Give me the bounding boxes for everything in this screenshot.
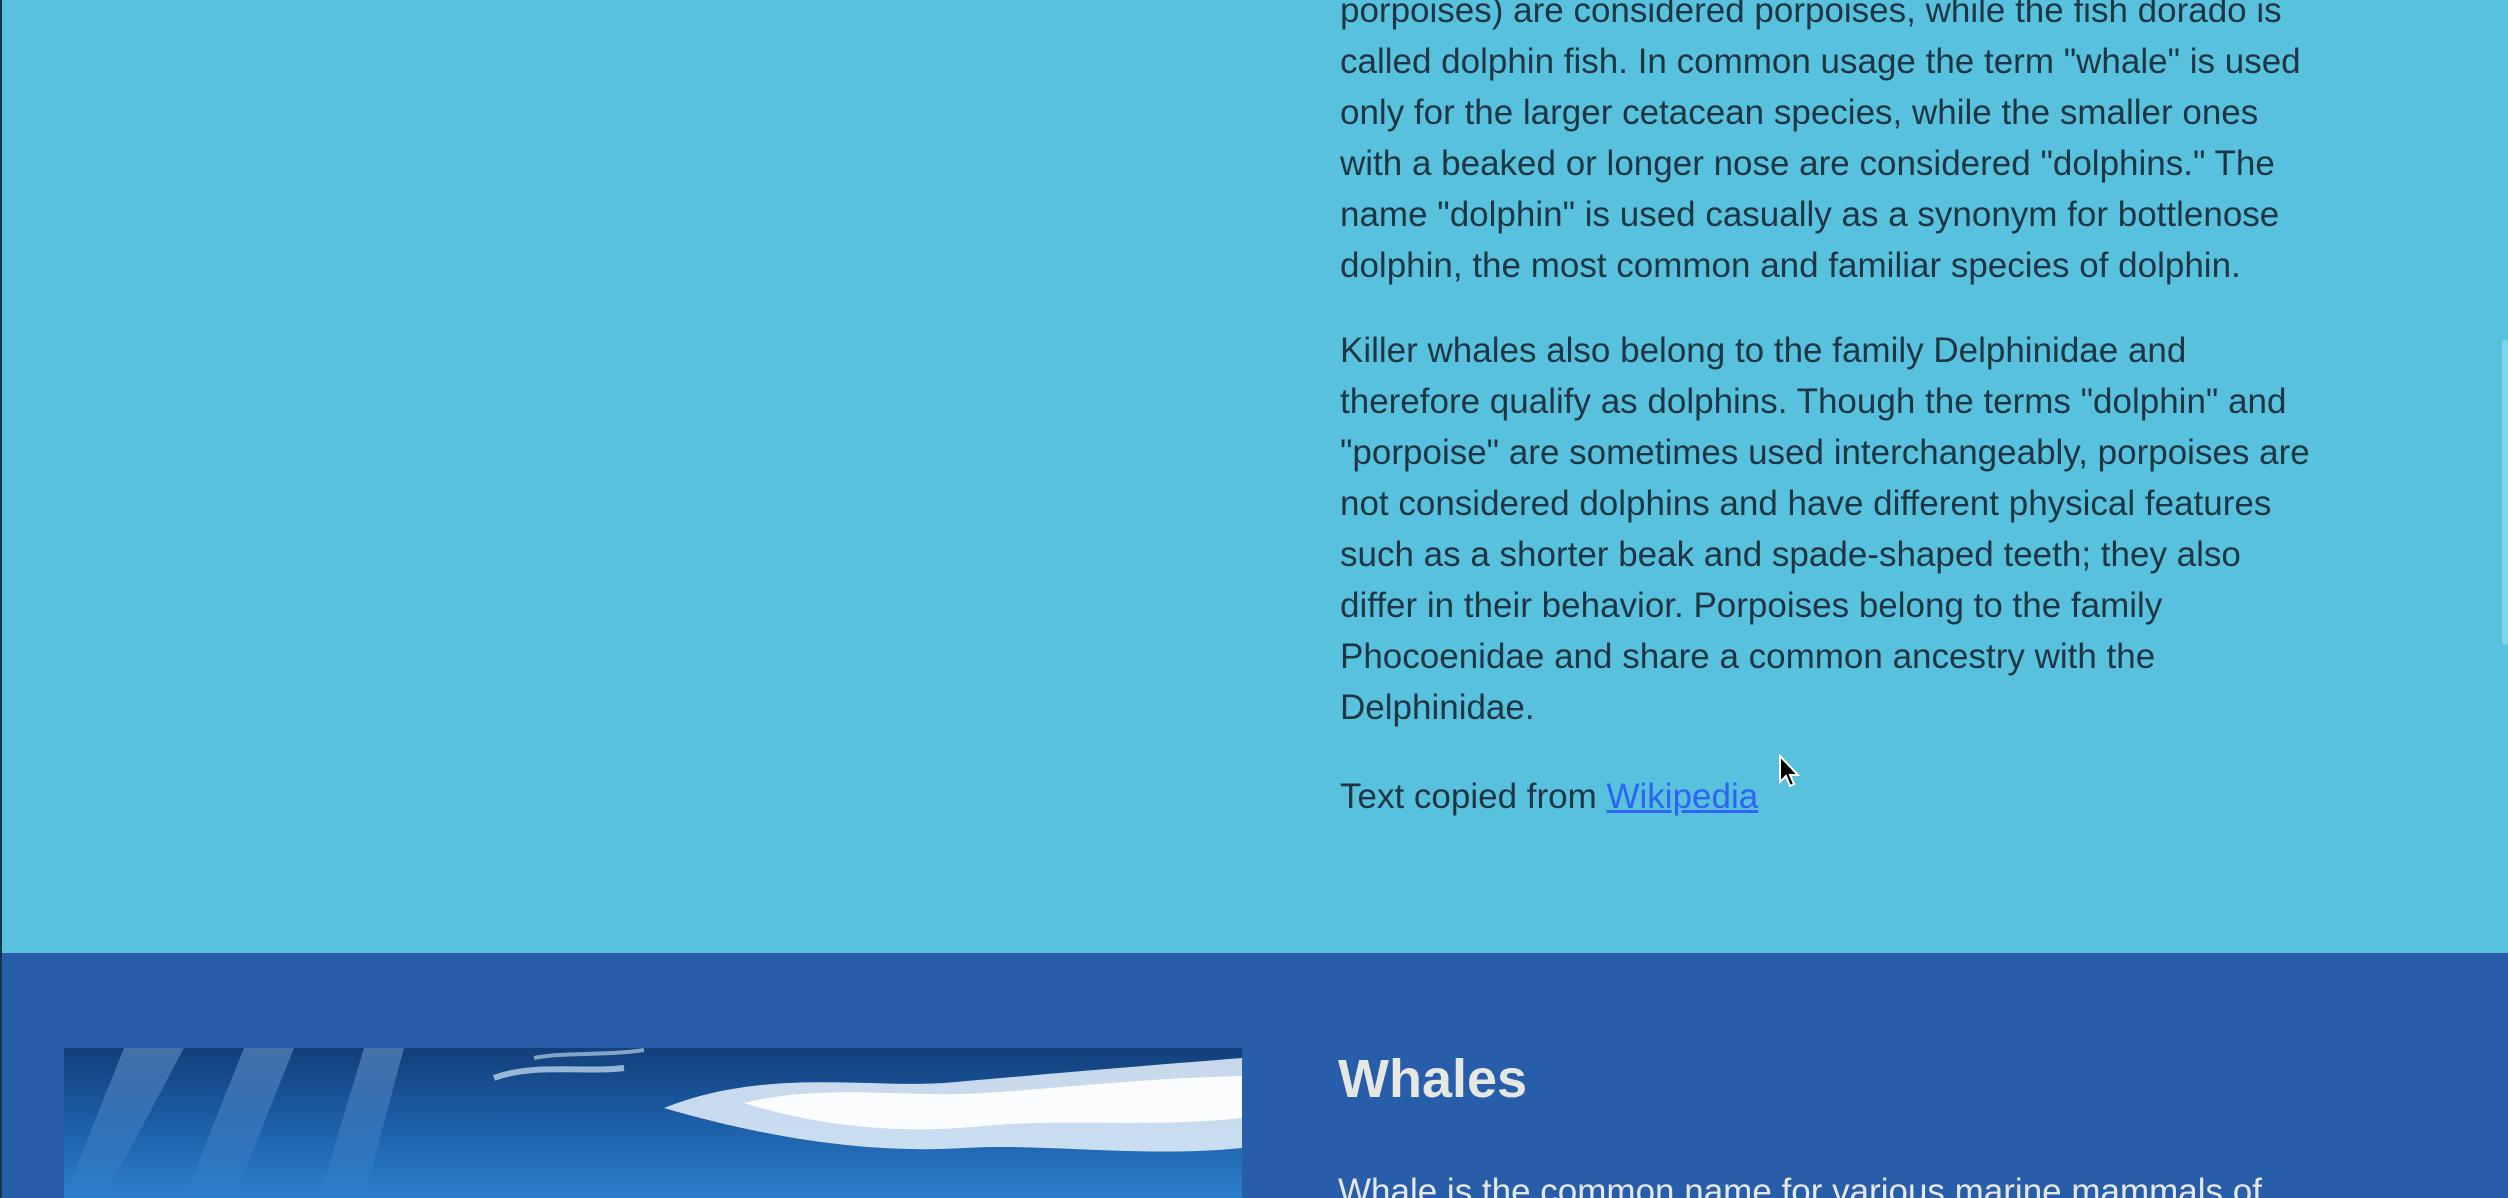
paragraph-line: with a beaked or longer nose are conside…: [1340, 144, 2275, 183]
dolphins-continued-paragraph: porpoises) are considered porpoises, whi…: [1340, 0, 2400, 291]
ocean-wave-illustration: [64, 1048, 1242, 1198]
dolphins-section: porpoises) are considered porpoises, whi…: [0, 0, 2508, 953]
whales-intro-paragraph: Whale is the common name for various mar…: [1338, 1172, 2262, 1198]
paragraph-line: not considered dolphins and have differe…: [1340, 484, 2272, 523]
paragraph-line: porpoises) are considered porpoises, whi…: [1340, 0, 2282, 30]
credit-prefix: Text copied from: [1340, 777, 1607, 816]
credit-line: Text copied from Wikipedia: [1340, 771, 2400, 822]
paragraph-line: Phocoenidae and share a common ancestry …: [1340, 637, 2156, 676]
killer-whales-paragraph: Killer whales also belong to the family …: [1340, 325, 2400, 733]
arrow-cursor-icon: [1779, 754, 1801, 788]
paragraph-line: therefore qualify as dolphins. Though th…: [1340, 382, 2287, 421]
wikipedia-link[interactable]: Wikipedia: [1607, 777, 1759, 816]
scrollbar-thumb[interactable]: [2502, 340, 2508, 645]
paragraph-line: dolphin, the most common and familiar sp…: [1340, 246, 2241, 285]
paragraph-line: called dolphin fish. In common usage the…: [1340, 42, 2301, 81]
whales-heading: Whales: [1338, 1049, 1528, 1109]
paragraph-line: Delphinidae.: [1340, 688, 1535, 727]
paragraph-line: "porpoise" are sometimes used interchang…: [1340, 433, 2310, 472]
paragraph-line: Killer whales also belong to the family …: [1340, 331, 2187, 370]
page: porpoises) are considered porpoises, whi…: [0, 0, 2508, 1198]
paragraph-line: only for the larger cetacean species, wh…: [1340, 93, 2259, 132]
whale-ocean-image: [64, 1048, 1242, 1198]
paragraph-line: such as a shorter beak and spade-shaped …: [1340, 535, 2241, 574]
paragraph-line: name "dolphin" is used casually as a syn…: [1340, 195, 2280, 234]
paragraph-line: differ in their behavior. Porpoises belo…: [1340, 586, 2163, 625]
